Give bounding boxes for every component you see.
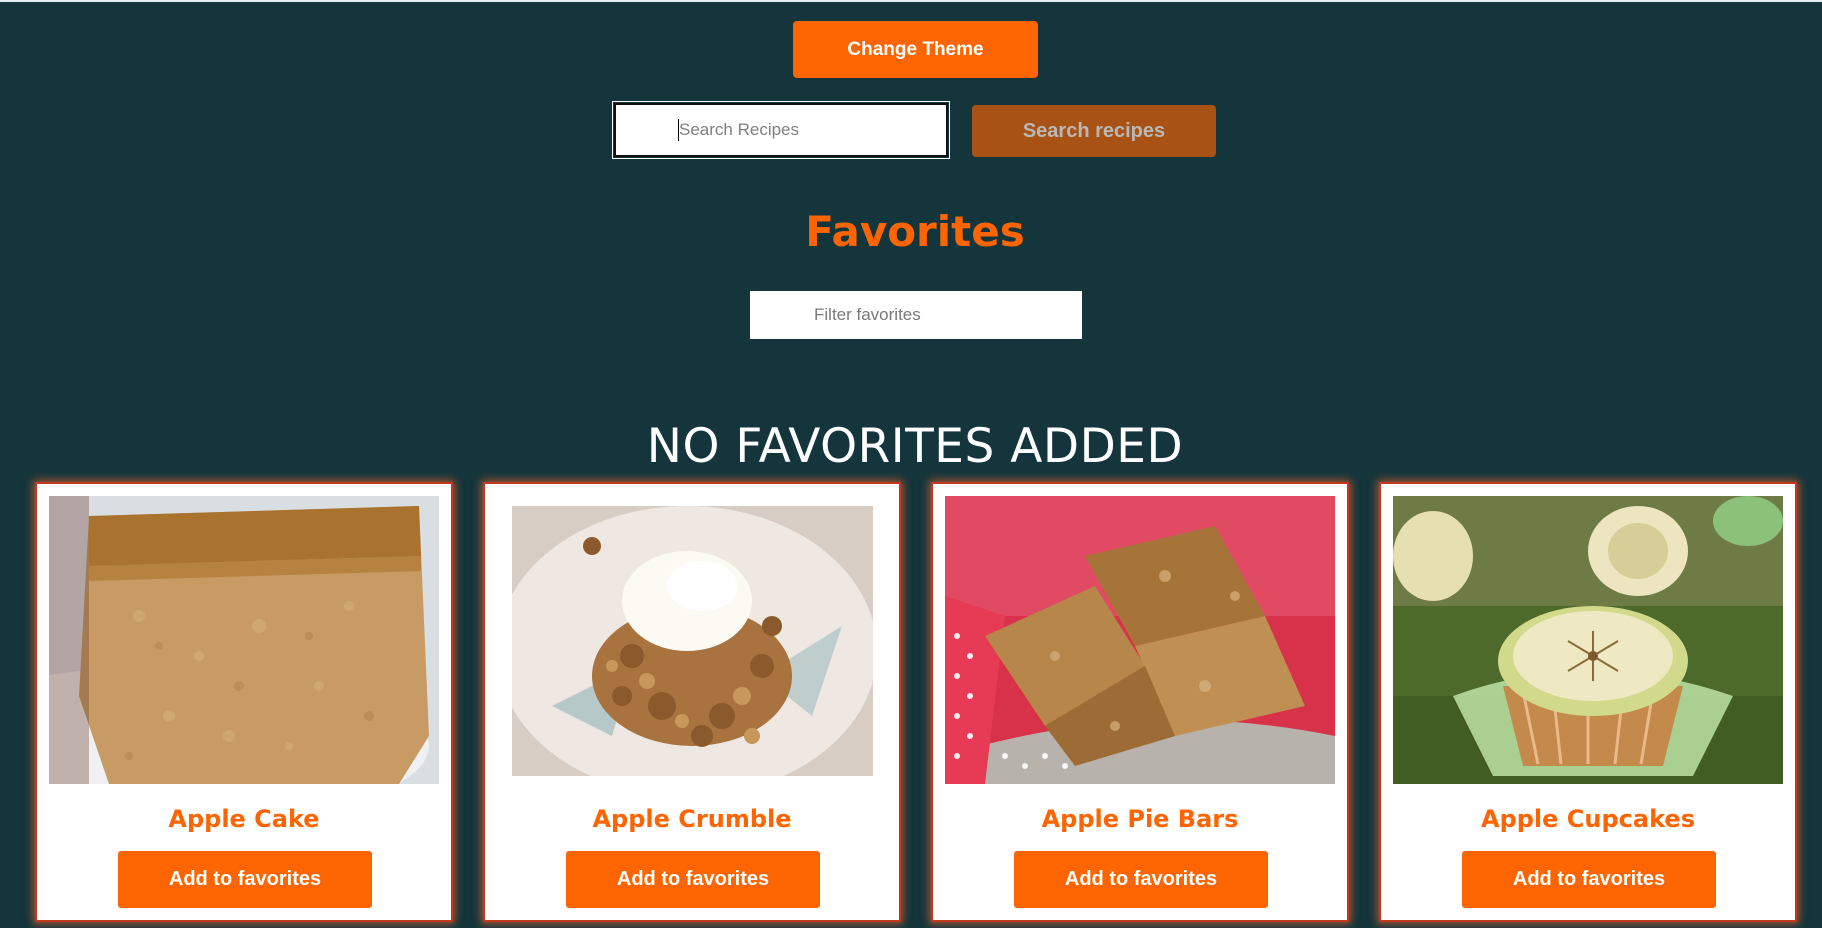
add-to-favorites-button[interactable]: Add to favorites	[1014, 851, 1268, 908]
search-input[interactable]	[612, 101, 950, 159]
text-cursor	[678, 119, 679, 141]
add-to-favorites-button[interactable]: Add to favorites	[1462, 851, 1716, 908]
recipe-image-apple-pie-bars	[945, 496, 1335, 784]
recipe-card: Apple Cupcakes Add to favorites	[1379, 482, 1797, 922]
recipe-image-apple-crumble	[512, 506, 873, 776]
recipe-title: Apple Pie Bars	[1041, 805, 1239, 833]
favorites-heading: Favorites	[805, 207, 1025, 256]
recipe-title: Apple Crumble	[592, 805, 792, 833]
change-theme-button[interactable]: Change Theme	[793, 21, 1038, 78]
search-recipes-button[interactable]: Search recipes	[972, 105, 1216, 157]
add-to-favorites-button[interactable]: Add to favorites	[566, 851, 820, 908]
empty-favorites-message: NO FAVORITES ADDED	[646, 419, 1184, 474]
filter-favorites-input[interactable]	[750, 291, 1082, 339]
recipe-image-apple-cupcakes	[1393, 496, 1783, 784]
recipe-card: Apple Crumble Add to favorites	[483, 482, 901, 922]
recipe-image-apple-cake	[49, 496, 439, 784]
recipe-card: Apple Cake Add to favorites	[35, 482, 453, 922]
recipe-title: Apple Cupcakes	[1481, 805, 1695, 833]
recipe-card: Apple Pie Bars Add to favorites	[931, 482, 1349, 922]
add-to-favorites-button[interactable]: Add to favorites	[118, 851, 372, 908]
recipe-title: Apple Cake	[168, 805, 320, 833]
